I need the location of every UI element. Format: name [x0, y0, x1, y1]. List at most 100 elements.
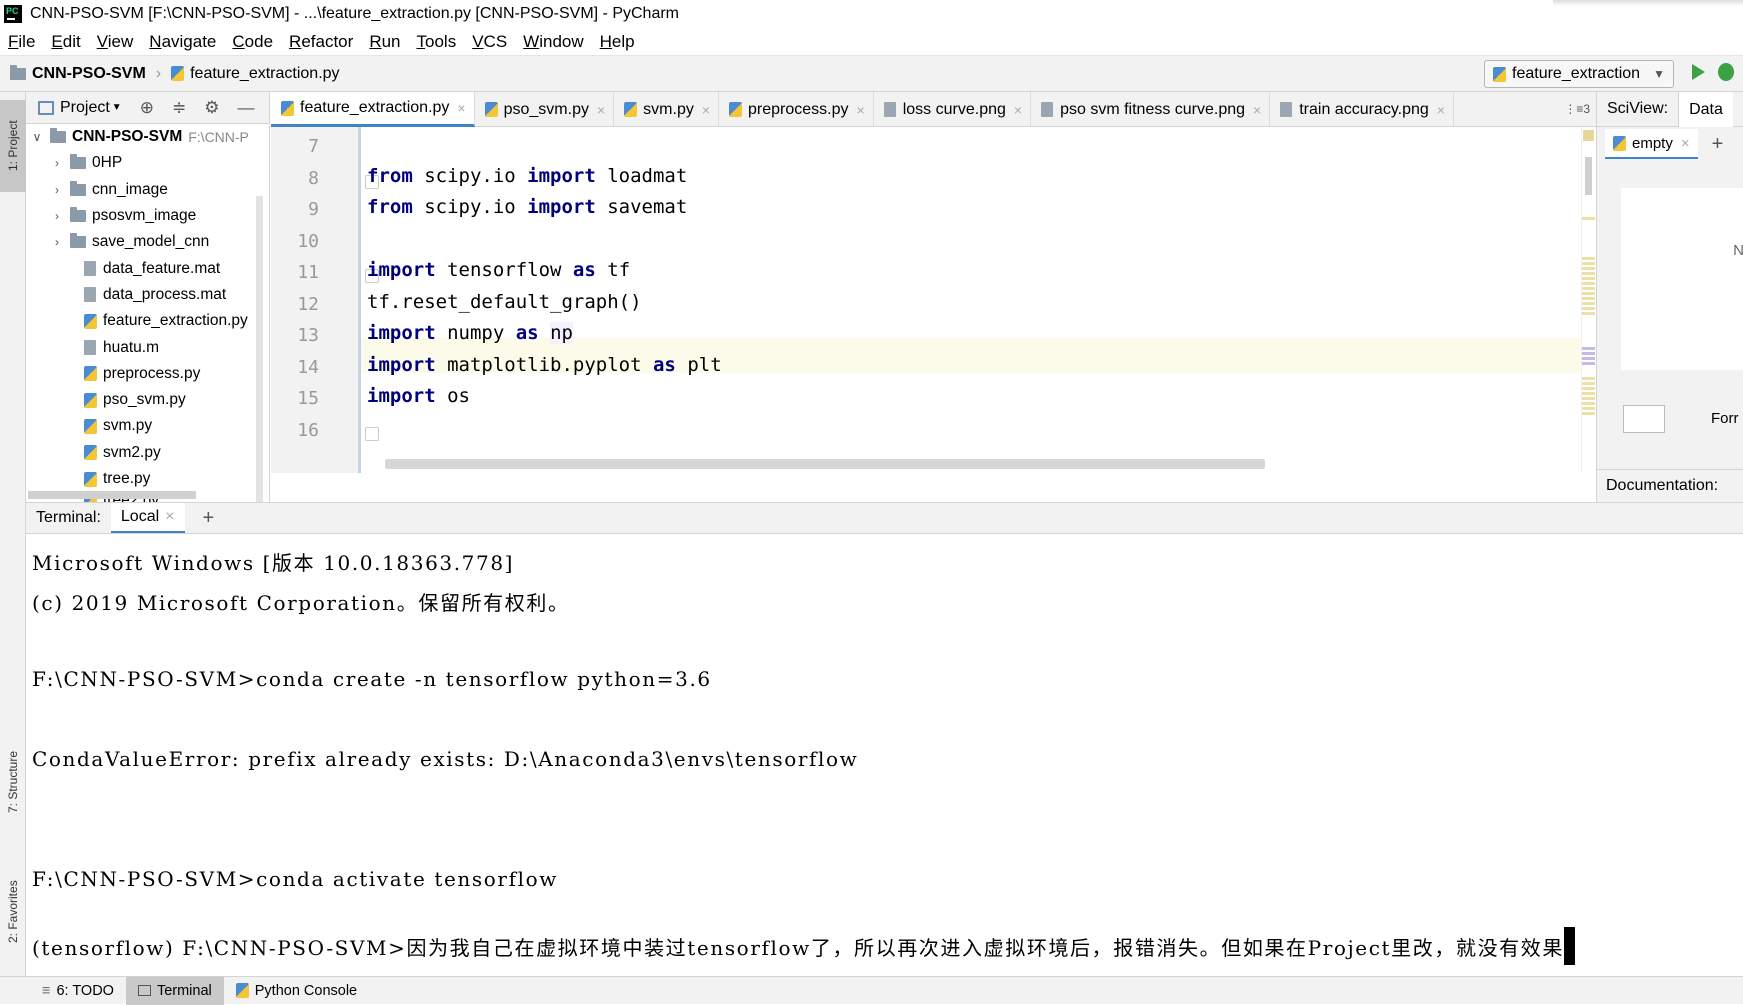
tree-item-label: svm.py: [103, 417, 153, 435]
menu-vcs[interactable]: VCS: [472, 32, 507, 52]
code-line[interactable]: import numpy as np: [367, 322, 573, 344]
tree-item-cnn-image[interactable]: › cnn_image: [26, 177, 269, 203]
project-view-select[interactable]: Project: [60, 99, 110, 117]
inspection-indicator-icon[interactable]: [1583, 130, 1594, 141]
menu-run[interactable]: Run: [369, 32, 400, 52]
error-stripe-mark[interactable]: [1582, 217, 1595, 220]
terminal-output[interactable]: Microsoft Windows [版本 10.0.18363.778] (c…: [26, 534, 1743, 976]
tree-item-psosvm-image[interactable]: › psosvm_image: [26, 203, 269, 229]
chevron-right-icon[interactable]: ›: [48, 209, 66, 223]
tab-train-accuracy[interactable]: train accuracy.png ×: [1270, 92, 1454, 127]
error-stripe-mark[interactable]: [1582, 257, 1595, 317]
tree-item-save-model-cnn[interactable]: › save_model_cnn: [26, 229, 269, 255]
sciview-tab-label: empty: [1632, 134, 1673, 152]
status-python-console[interactable]: Python Console: [224, 977, 369, 1005]
project-horizontal-scrollbar[interactable]: [28, 491, 196, 499]
tab-pso-svm-fitness-curve[interactable]: pso svm fitness curve.png ×: [1031, 92, 1271, 127]
close-icon[interactable]: ×: [857, 102, 865, 118]
image-file-icon: [1280, 102, 1293, 117]
code-line[interactable]: import matplotlib.pyplot as plt: [367, 354, 722, 376]
tree-item-preprocess[interactable]: preprocess.py: [26, 361, 269, 387]
collapse-all-icon[interactable]: ≑: [172, 98, 186, 118]
close-icon[interactable]: ×: [1681, 135, 1690, 152]
gear-icon[interactable]: ⚙: [204, 98, 219, 118]
menu-edit[interactable]: Edit: [51, 32, 80, 52]
chevron-right-icon[interactable]: ›: [48, 156, 66, 170]
status-terminal[interactable]: Terminal: [125, 976, 224, 1005]
tool-tab-project[interactable]: 1: Project: [0, 100, 26, 192]
sciview-format-input[interactable]: [1623, 405, 1665, 433]
code-line[interactable]: import os: [367, 385, 470, 407]
close-icon[interactable]: ×: [457, 100, 465, 116]
minimize-icon[interactable]: —: [237, 98, 254, 118]
code-line[interactable]: import tensorflow as tf: [367, 259, 630, 281]
tab-preprocess[interactable]: preprocess.py ×: [719, 92, 874, 127]
code-line[interactable]: from scipy.io import loadmat: [367, 165, 687, 187]
tree-item-huatu[interactable]: huatu.m: [26, 334, 269, 360]
tree-item-svm2[interactable]: svm2.py: [26, 440, 269, 466]
chevron-down-icon[interactable]: ▼: [112, 102, 122, 113]
tab-overflow-button[interactable]: ⋮≡3: [1564, 92, 1596, 126]
tree-item-feature-extraction[interactable]: feature_extraction.py: [26, 308, 269, 334]
text-cursor: [1563, 927, 1575, 965]
close-icon[interactable]: ×: [597, 102, 605, 118]
run-configuration-label: feature_extraction: [1512, 65, 1641, 82]
editor-scroll-thumb[interactable]: [1585, 157, 1592, 195]
status-todo-label: 6: TODO: [56, 982, 114, 999]
code-line[interactable]: from scipy.io import savemat: [367, 196, 687, 218]
tree-item-data-process[interactable]: data_process.mat: [26, 282, 269, 308]
terminal-prompt-line[interactable]: (tensorflow) F:\CNN-PSO-SVM>因为我自己在虚拟环境中装…: [32, 927, 1575, 965]
run-configuration-select[interactable]: feature_extraction ▼: [1484, 60, 1674, 88]
sciview-data-tab[interactable]: Data: [1678, 91, 1733, 127]
locate-icon[interactable]: ⊕: [140, 98, 154, 118]
tool-tab-favorites[interactable]: 2: Favorites: [0, 862, 26, 962]
menu-file[interactable]: File: [8, 32, 35, 52]
code-editor[interactable]: 7 8 9 10 11 12 13 14 15 16 from scipy.io…: [271, 127, 1596, 473]
tree-root[interactable]: ∨ CNN-PSO-SVM F:\CNN-P: [26, 124, 269, 150]
terminal-tab-local[interactable]: Local ×: [110, 503, 185, 533]
tree-item-svm[interactable]: svm.py: [26, 413, 269, 439]
terminal-label: Terminal:: [36, 509, 101, 526]
python-file-icon: [281, 100, 294, 116]
code-line[interactable]: tf.reset_default_graph(): [367, 291, 642, 313]
status-todo[interactable]: ≡ 6: TODO: [30, 977, 126, 1005]
breadcrumb-file[interactable]: feature_extraction.py: [190, 65, 339, 83]
tab-loss-curve[interactable]: loss curve.png ×: [874, 92, 1032, 127]
tool-tab-structure[interactable]: 7: Structure: [0, 732, 26, 832]
terminal-line: CondaValueError: prefix already exists: …: [32, 747, 859, 771]
close-icon[interactable]: ×: [1253, 102, 1261, 118]
menu-tools[interactable]: Tools: [417, 32, 457, 52]
tree-item-pso-svm[interactable]: pso_svm.py: [26, 387, 269, 413]
chevron-right-icon[interactable]: ›: [48, 183, 66, 197]
error-stripe-mark[interactable]: [1582, 347, 1595, 367]
breadcrumb-project[interactable]: CNN-PSO-SVM: [32, 65, 146, 83]
close-icon[interactable]: ×: [1014, 102, 1022, 118]
add-icon[interactable]: +: [203, 507, 215, 530]
sciview-tab-empty[interactable]: empty ×: [1605, 129, 1698, 159]
tab-svm[interactable]: svm.py ×: [614, 92, 720, 127]
close-icon[interactable]: ×: [702, 102, 710, 118]
debug-icon[interactable]: [1718, 63, 1734, 81]
fold-marker-icon[interactable]: [365, 427, 379, 441]
tree-item-0hp[interactable]: › 0HP: [26, 150, 269, 176]
tree-item-tree[interactable]: tree.py: [26, 466, 269, 492]
close-icon[interactable]: ×: [165, 508, 174, 526]
tab-feature-extraction[interactable]: feature_extraction.py ×: [271, 92, 475, 127]
tab-pso-svm[interactable]: pso_svm.py ×: [475, 92, 615, 127]
menu-code[interactable]: Code: [232, 32, 273, 52]
menu-window[interactable]: Window: [523, 32, 583, 52]
close-icon[interactable]: ×: [1437, 102, 1445, 118]
menu-help[interactable]: Help: [600, 32, 635, 52]
menu-navigate[interactable]: Navigate: [149, 32, 216, 52]
error-stripe-mark[interactable]: [1582, 377, 1595, 417]
chevron-down-icon[interactable]: ∨: [28, 130, 46, 144]
run-icon[interactable]: [1692, 64, 1705, 80]
tree-item-data-feature[interactable]: data_feature.mat: [26, 255, 269, 281]
project-scrollbar[interactable]: [256, 196, 263, 526]
navigation-bar: CNN-PSO-SVM › feature_extraction.py: [0, 56, 1743, 92]
add-icon[interactable]: +: [1712, 133, 1724, 156]
menu-refactor[interactable]: Refactor: [289, 32, 353, 52]
menu-view[interactable]: View: [97, 32, 134, 52]
editor-horizontal-scrollbar[interactable]: [385, 459, 1265, 469]
chevron-right-icon[interactable]: ›: [48, 235, 66, 249]
